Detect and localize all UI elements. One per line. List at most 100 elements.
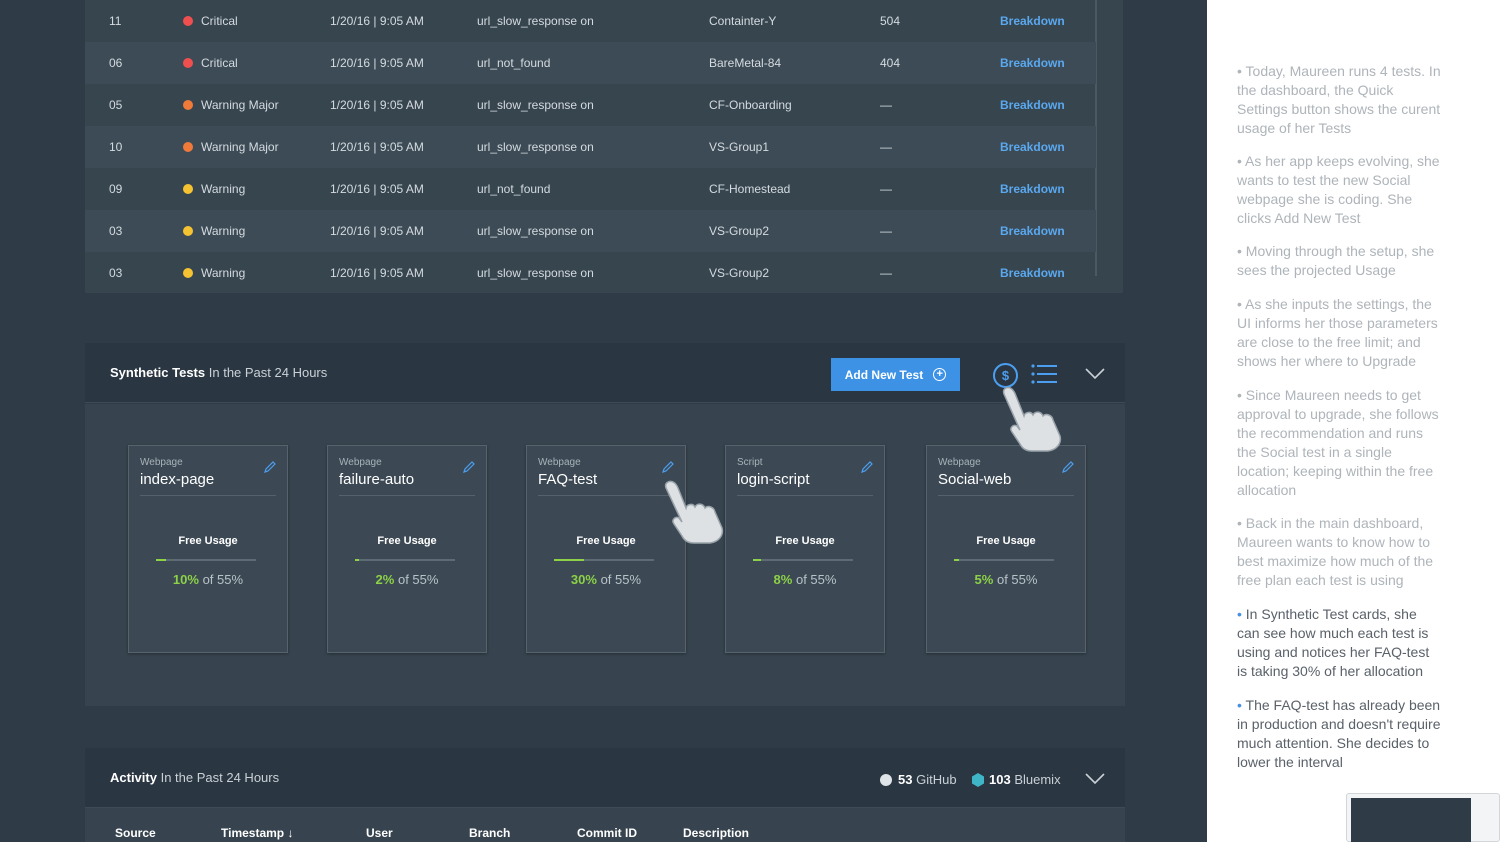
- alert-severity: Warning: [201, 182, 246, 196]
- test-card-social-web[interactable]: Webpage Social-web Free Usage 5% of 55%: [926, 445, 1086, 653]
- usage-percent: 30% of 55%: [527, 572, 685, 587]
- note-text: Back in the main dashboard, Maureen want…: [1237, 515, 1434, 588]
- column-header-source[interactable]: Source: [115, 826, 156, 840]
- card-type: Webpage: [339, 457, 382, 468]
- alert-resource: VS-Group1: [709, 140, 770, 154]
- bluemix-count-label: Bluemix: [1014, 772, 1061, 787]
- test-card-index-page[interactable]: Webpage index-page Free Usage 10% of 55%: [128, 445, 288, 653]
- section-subtitle: In the Past 24 Hours: [208, 365, 328, 380]
- breakdown-link[interactable]: Breakdown: [1000, 84, 1065, 126]
- note-bullet: •: [1237, 243, 1242, 259]
- github-count-label: GitHub: [916, 772, 957, 787]
- column-header-branch[interactable]: Branch: [469, 826, 510, 840]
- edit-pencil-icon[interactable]: [661, 460, 675, 474]
- severity-dot-icon: [183, 268, 193, 278]
- column-header-timestamp[interactable]: Timestamp ↓: [221, 826, 293, 840]
- synthetic-tests-title: Synthetic Tests In the Past 24 Hours: [110, 343, 327, 403]
- column-header-user[interactable]: User: [366, 826, 393, 840]
- column-header-description[interactable]: Description: [683, 826, 749, 840]
- alert-resource: VS-Group2: [709, 224, 770, 238]
- slide-thumbnail[interactable]: [1346, 793, 1500, 842]
- note-bullet: •: [1237, 153, 1242, 169]
- free-usage-label: Free Usage: [976, 535, 1036, 547]
- breakdown-link[interactable]: Breakdown: [1000, 252, 1065, 294]
- alert-code: —: [880, 98, 892, 112]
- alert-time: 1/20/16 | 9:05 AM: [330, 98, 424, 112]
- usage-value: 10%: [172, 572, 199, 587]
- test-card-faq-test[interactable]: Webpage FAQ-test Free Usage 30% of 55%: [526, 445, 686, 653]
- list-view-icon[interactable]: [1031, 364, 1057, 384]
- alert-time: 1/20/16 | 9:05 AM: [330, 224, 424, 238]
- table-row: 11 Critical 1/20/16 | 9:05 AM url_slow_r…: [85, 0, 1096, 42]
- edit-pencil-icon[interactable]: [1061, 460, 1075, 474]
- severity-dot-icon: [183, 100, 193, 110]
- add-new-test-button[interactable]: Add New Test +: [831, 358, 960, 391]
- collapse-chevron-down-icon[interactable]: [1085, 773, 1105, 785]
- card-name: failure-auto: [339, 471, 415, 488]
- breakdown-link[interactable]: Breakdown: [1000, 210, 1065, 252]
- card-type: Script: [737, 457, 763, 468]
- bluemix-icon: [972, 773, 984, 787]
- usage-value: 2%: [375, 572, 395, 587]
- note-item: • Today, Maureen runs 4 tests. In the da…: [1237, 62, 1442, 138]
- github-count-value: 53: [898, 772, 913, 787]
- test-card-login-script[interactable]: Script login-script Free Usage 8% of 55%: [725, 445, 885, 653]
- breakdown-link[interactable]: Breakdown: [1000, 42, 1065, 84]
- edit-pencil-icon[interactable]: [263, 460, 277, 474]
- edit-pencil-icon[interactable]: [860, 460, 874, 474]
- breakdown-link[interactable]: Breakdown: [1000, 168, 1065, 210]
- card-name: FAQ-test: [538, 471, 598, 488]
- hand-pointer-cursor-icon: [664, 480, 724, 544]
- test-card-failure-auto[interactable]: Webpage failure-auto Free Usage 2% of 55…: [327, 445, 487, 653]
- activity-table: Source Timestamp ↓ User Branch Commit ID…: [85, 808, 1125, 842]
- usage-percent: 10% of 55%: [129, 572, 287, 587]
- card-divider: [339, 495, 475, 496]
- note-bullet: •: [1237, 606, 1242, 622]
- note-item: • As she inputs the settings, the UI inf…: [1237, 295, 1442, 371]
- github-count[interactable]: 53 GitHub: [898, 772, 957, 787]
- card-divider: [938, 495, 1074, 496]
- severity-dot-icon: [183, 58, 193, 68]
- dashboard: 11 Critical 1/20/16 | 9:05 AM url_slow_r…: [0, 0, 1207, 842]
- note-text: Today, Maureen runs 4 tests. In the dash…: [1237, 63, 1441, 136]
- bluemix-count[interactable]: 103 Bluemix: [989, 772, 1061, 787]
- edit-pencil-icon[interactable]: [462, 460, 476, 474]
- card-type: Webpage: [938, 457, 981, 468]
- note-bullet: •: [1237, 296, 1242, 312]
- usage-bar: [954, 559, 1054, 561]
- alert-time: 1/20/16 | 9:05 AM: [330, 266, 424, 280]
- table-row: 03 Warning 1/20/16 | 9:05 AM url_slow_re…: [85, 252, 1096, 294]
- alert-severity: Warning: [201, 266, 246, 280]
- usage-limit: of 55%: [202, 572, 244, 587]
- usage-percent: 5% of 55%: [927, 572, 1085, 587]
- alert-message: url_not_found: [477, 56, 551, 70]
- alert-message: url_not_found: [477, 182, 551, 196]
- alert-id: 03: [109, 224, 123, 238]
- usage-value: 30%: [570, 572, 597, 587]
- card-divider: [737, 495, 873, 496]
- breakdown-link[interactable]: Breakdown: [1000, 0, 1065, 42]
- usage-bar: [753, 559, 853, 561]
- alert-time: 1/20/16 | 9:05 AM: [330, 14, 424, 28]
- alert-severity: Warning Major: [201, 98, 279, 112]
- alert-id: 11: [109, 14, 122, 28]
- bluemix-count-value: 103: [989, 772, 1011, 787]
- thumbnail-preview: [1351, 798, 1471, 842]
- free-usage-label: Free Usage: [377, 535, 437, 547]
- table-row: 10 Warning Major 1/20/16 | 9:05 AM url_s…: [85, 126, 1096, 168]
- alert-id: 10: [109, 140, 123, 154]
- section-subtitle: In the Past 24 Hours: [160, 770, 280, 785]
- add-new-test-label: Add New Test: [844, 367, 924, 382]
- severity-dot-icon: [183, 184, 193, 194]
- breakdown-link[interactable]: Breakdown: [1000, 126, 1065, 168]
- usage-bar: [355, 559, 455, 561]
- collapse-chevron-down-icon[interactable]: [1085, 368, 1105, 380]
- alert-id: 06: [109, 56, 123, 70]
- alert-severity: Warning: [201, 224, 246, 238]
- note-text: The FAQ-test has already been in product…: [1237, 697, 1441, 770]
- note-text: Moving through the setup, she sees the p…: [1237, 243, 1435, 278]
- severity-dot-icon: [183, 226, 193, 236]
- alert-resource: Containter-Y: [709, 14, 777, 28]
- column-header-commit-id[interactable]: Commit ID: [577, 826, 637, 840]
- note-text: As her app keeps evolving, she wants to …: [1237, 153, 1440, 226]
